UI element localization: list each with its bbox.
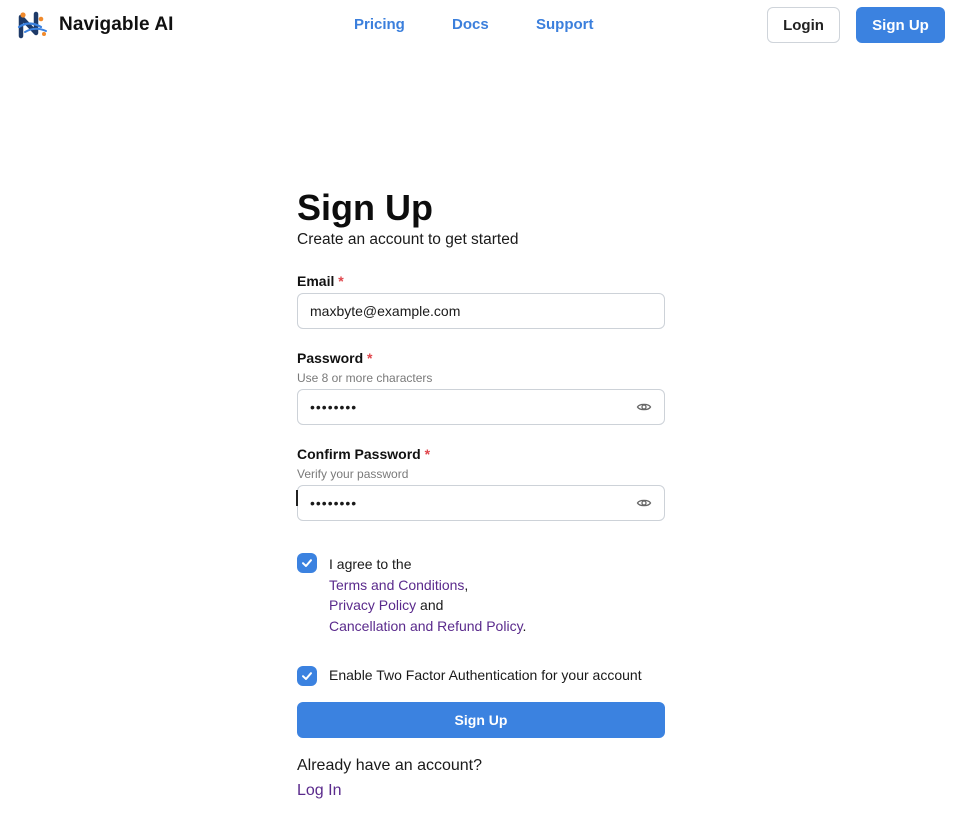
- login-button[interactable]: Login: [767, 7, 840, 43]
- checkmark-icon: [300, 556, 314, 570]
- confirm-password-field[interactable]: ••••••••: [297, 485, 665, 521]
- password-label: Password *: [297, 350, 372, 366]
- eye-icon[interactable]: [636, 399, 652, 415]
- confirm-password-label: Confirm Password *: [297, 446, 430, 462]
- text-cursor: [296, 490, 298, 506]
- confirm-password-label-text: Confirm Password: [297, 446, 421, 462]
- two-factor-label: Enable Two Factor Authentication for you…: [329, 667, 642, 683]
- confirm-password-value: ••••••••: [310, 495, 358, 511]
- agree-period: .: [522, 617, 527, 634]
- agree-text: I agree to the Terms and Conditions, Pri…: [329, 554, 526, 636]
- checkmark-icon: [300, 669, 314, 683]
- nav-pricing[interactable]: Pricing: [354, 16, 405, 33]
- confirm-password-required-mark: *: [424, 446, 431, 462]
- agree-comma: ,: [464, 576, 469, 593]
- password-hint: Use 8 or more characters: [297, 371, 433, 385]
- page-title: Sign Up: [297, 187, 433, 228]
- top-navbar: Navigable AI Pricing Docs Support Login …: [0, 0, 966, 50]
- agree-checkbox[interactable]: [297, 553, 317, 573]
- refund-policy-link[interactable]: Cancellation and Refund Policy: [329, 618, 523, 634]
- agree-prefix: I agree to the: [329, 556, 412, 572]
- email-label-text: Email: [297, 273, 335, 289]
- login-link[interactable]: Log In: [297, 782, 341, 800]
- signup-button-header[interactable]: Sign Up: [856, 7, 945, 43]
- two-factor-checkbox[interactable]: [297, 666, 317, 686]
- agree-and: and: [420, 597, 444, 613]
- email-value: maxbyte@example.com: [310, 303, 461, 319]
- privacy-link[interactable]: Privacy Policy: [329, 597, 416, 613]
- password-label-text: Password: [297, 350, 364, 366]
- password-value: ••••••••: [310, 399, 358, 415]
- nav-docs[interactable]: Docs: [452, 16, 489, 33]
- password-field[interactable]: ••••••••: [297, 389, 665, 425]
- email-required-mark: *: [338, 273, 344, 289]
- nav-support[interactable]: Support: [536, 16, 594, 33]
- page-subtitle: Create an account to get started: [297, 231, 519, 248]
- have-account-text: Already have an account?: [297, 757, 483, 774]
- confirm-password-hint: Verify your password: [297, 467, 409, 481]
- email-field[interactable]: maxbyte@example.com: [297, 293, 665, 329]
- signup-submit-button[interactable]: Sign Up: [297, 702, 665, 738]
- password-required-mark: *: [367, 350, 373, 366]
- eye-icon[interactable]: [636, 495, 652, 511]
- email-label: Email *: [297, 273, 344, 289]
- terms-link[interactable]: Terms and Conditions: [329, 577, 464, 593]
